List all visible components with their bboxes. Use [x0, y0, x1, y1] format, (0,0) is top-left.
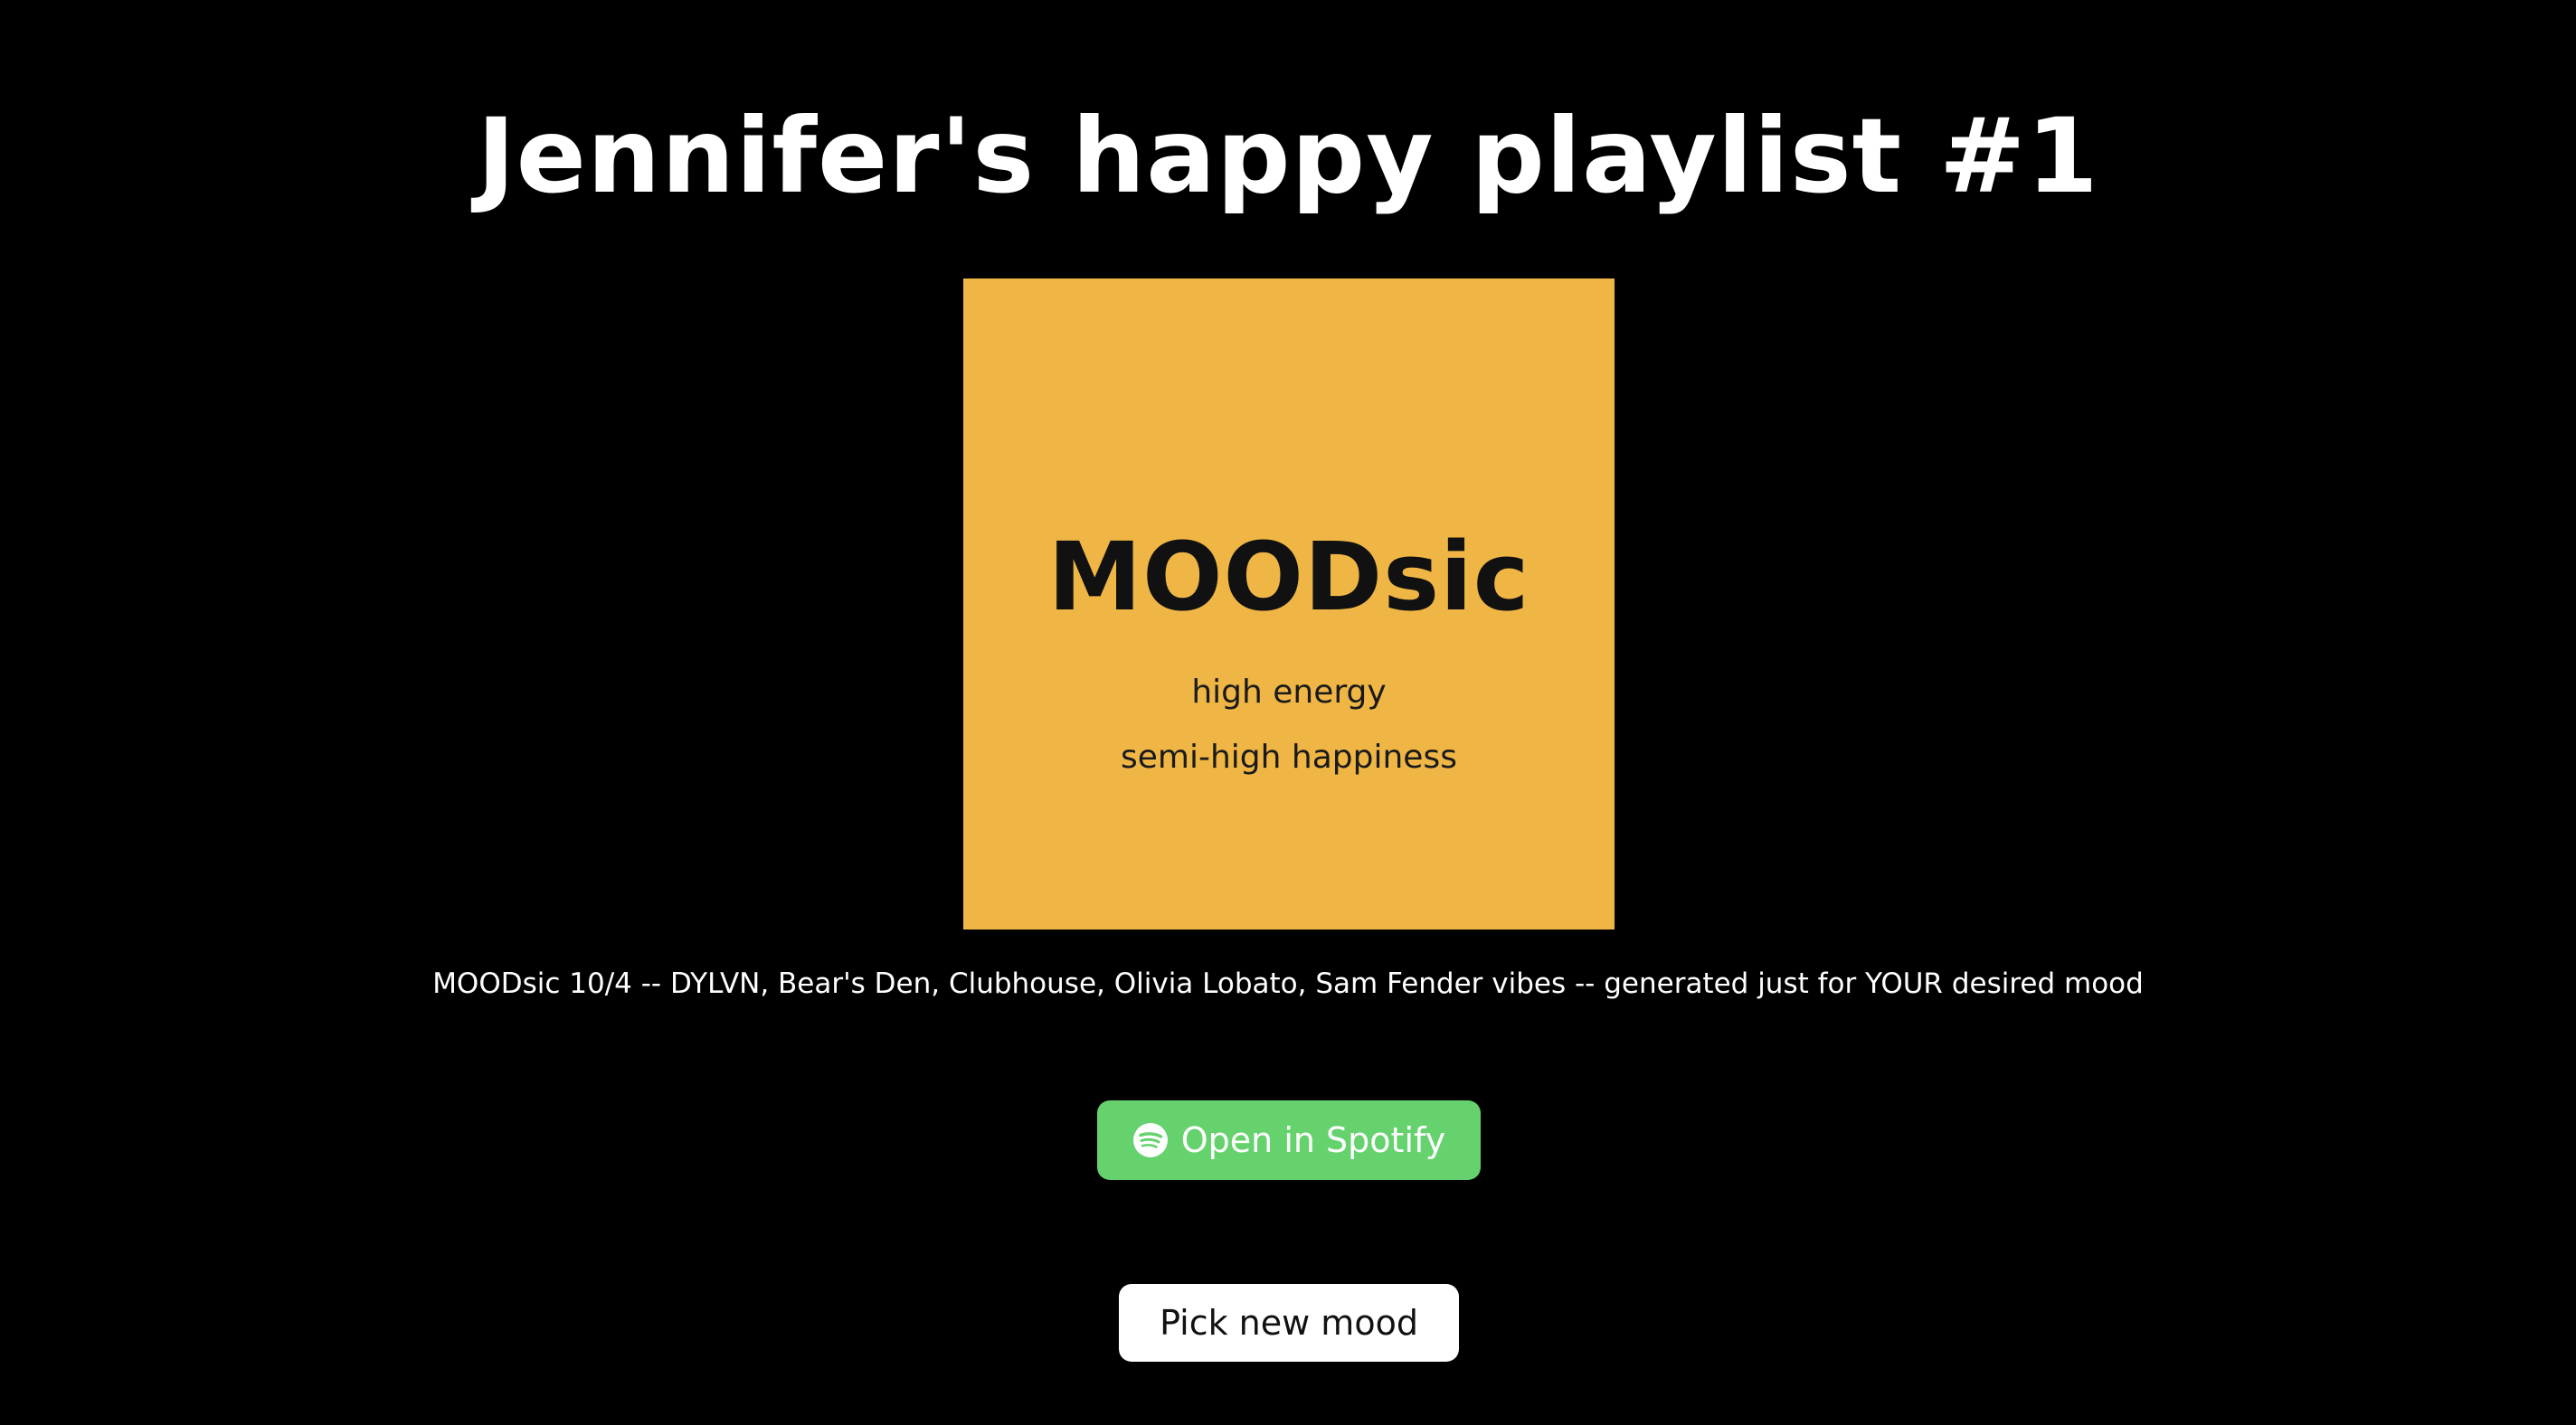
- pick-new-mood-button[interactable]: Pick new mood: [1119, 1284, 1459, 1362]
- spotify-icon: [1132, 1123, 1168, 1157]
- open-in-spotify-button[interactable]: Open in Spotify: [1097, 1100, 1481, 1180]
- cover-energy-text: high energy: [1191, 674, 1387, 711]
- cover-brand-text: MOODsic: [1047, 522, 1530, 632]
- open-in-spotify-label: Open in Spotify: [1180, 1120, 1446, 1160]
- page-title: Jennifer's happy playlist #1: [477, 96, 2099, 216]
- cover-happiness-text: semi-high happiness: [1121, 739, 1457, 776]
- playlist-description: MOODsic 10/4 -- DYLVN, Bear's Den, Clubh…: [432, 967, 2144, 1000]
- pick-new-mood-label: Pick new mood: [1160, 1303, 1418, 1343]
- playlist-cover-image: MOODsic high energy semi-high happiness: [963, 278, 1615, 930]
